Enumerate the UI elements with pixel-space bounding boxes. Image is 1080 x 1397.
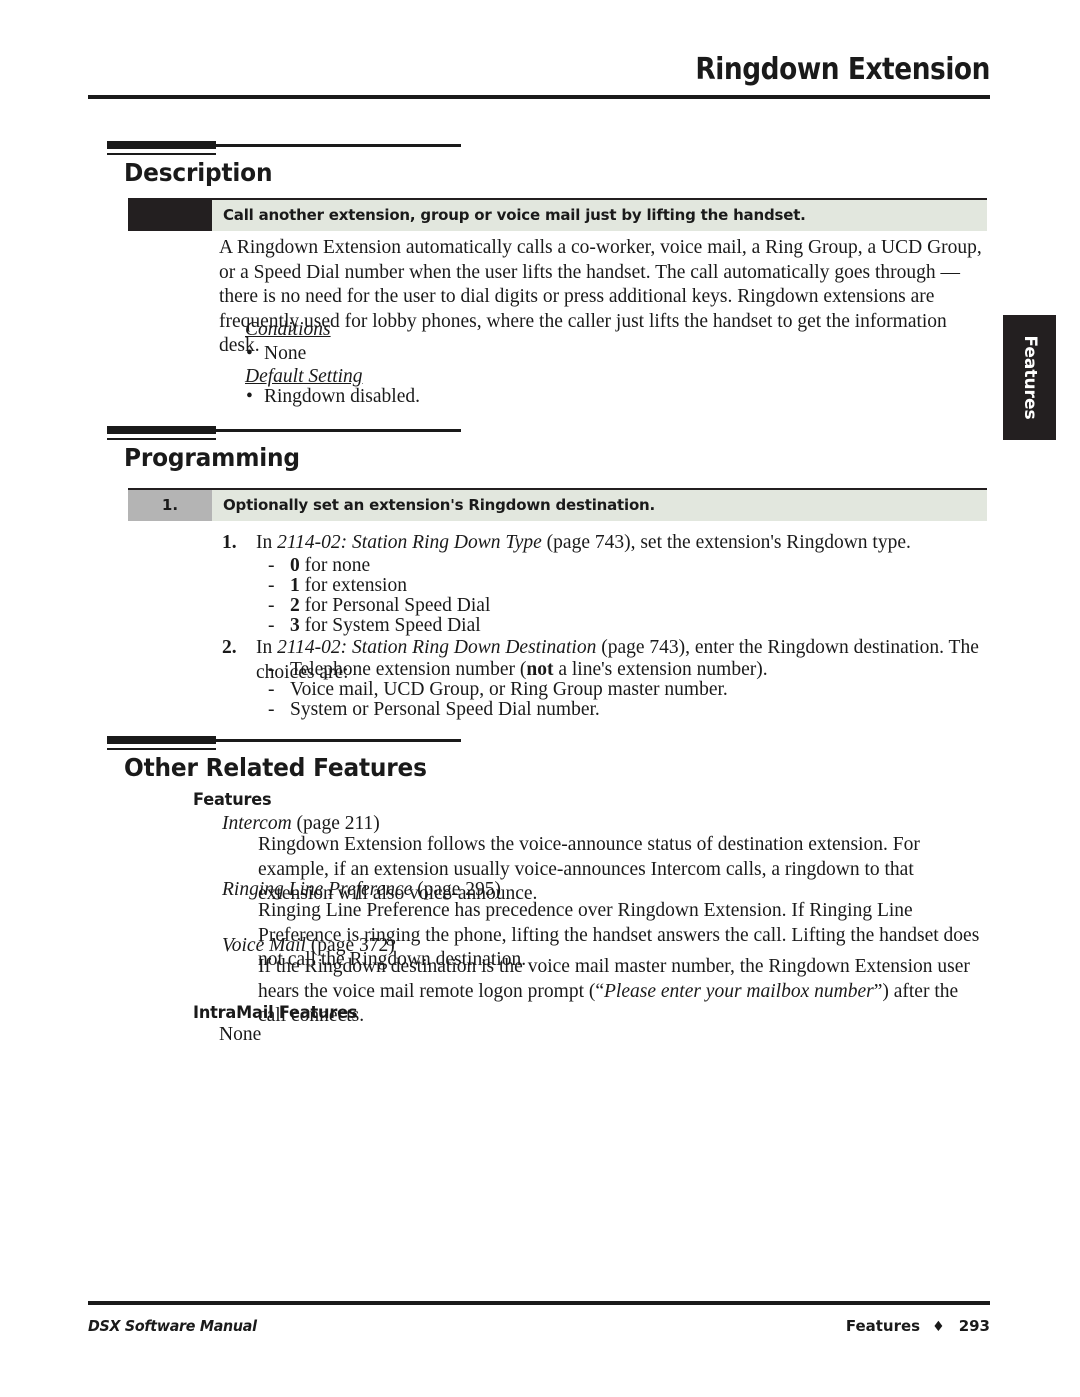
dash-1-text: for none bbox=[299, 555, 371, 576]
diamond-icon: ♦ bbox=[932, 1319, 945, 1335]
feature-rlp-name: Ringing Line Preference bbox=[222, 879, 413, 900]
programming-item-2-ref: 2114-02: Station Ring Down Destination bbox=[277, 637, 597, 658]
programming-callout-text: Optionally set an extension's Ringdown d… bbox=[223, 496, 656, 514]
conditions-bullet: • None bbox=[246, 342, 306, 366]
features-subheading: Features bbox=[193, 790, 272, 810]
other-related-rule-thick bbox=[107, 736, 216, 744]
feature-intercom-name: Intercom bbox=[222, 813, 292, 834]
dash-1-key: 0 bbox=[290, 555, 300, 576]
other-related-rule-underline bbox=[107, 748, 216, 750]
programming-item-1-post: (page 743), set the extension's Ringdown… bbox=[541, 532, 911, 553]
dash-glyph: - bbox=[268, 615, 275, 636]
dash-2-key: 1 bbox=[290, 575, 300, 596]
dash-2-text: Voice mail, UCD Group, or Ring Group mas… bbox=[290, 679, 728, 700]
section-title-description: Description bbox=[124, 158, 273, 187]
feature-voicemail-page: (page 372) bbox=[310, 935, 395, 956]
programming-callout-bar: 1. Optionally set an extension's Ringdow… bbox=[128, 488, 987, 521]
conditions-bullet-text: None bbox=[264, 343, 307, 364]
footer-rule bbox=[88, 1301, 990, 1305]
default-setting-bullet-text: Ringdown disabled. bbox=[264, 386, 420, 407]
footer-page-info: Features ♦ 293 bbox=[846, 1317, 990, 1335]
dash-3-key: 2 bbox=[290, 595, 300, 616]
dash-4-key: 3 bbox=[290, 615, 300, 636]
dash-3-text: for Personal Speed Dial bbox=[299, 595, 491, 616]
intramail-subheading: IntraMail Features bbox=[193, 1003, 358, 1023]
section-title-programming: Programming bbox=[124, 443, 300, 472]
feature-rlp-page: (page 295) bbox=[417, 879, 502, 900]
description-paragraph: A Ringdown Extension automatically calls… bbox=[219, 237, 982, 357]
dash-glyph: - bbox=[268, 699, 275, 720]
section-title-other-related: Other Related Features bbox=[124, 753, 427, 782]
feature-voicemail-body: If the Ringdown destination is the voice… bbox=[258, 955, 991, 1029]
bullet-glyph: • bbox=[246, 343, 253, 364]
programming-item-1-ref: 2114-02: Station Ring Down Type bbox=[277, 532, 542, 553]
header-rule bbox=[88, 95, 990, 99]
conditions-label: Conditions bbox=[245, 319, 331, 340]
dash-1-emphasis: not bbox=[526, 659, 554, 680]
other-related-rule-thin bbox=[216, 739, 461, 742]
callout-swatch bbox=[128, 200, 212, 231]
programming-item-1-number: 1. bbox=[222, 532, 237, 553]
programming-item-2-pre: In bbox=[256, 637, 278, 658]
description-callout-bar: Call another extension, group or voice m… bbox=[128, 198, 987, 231]
bullet-glyph: • bbox=[246, 386, 253, 407]
programming-rule-thick bbox=[107, 426, 216, 434]
programming-step-number: 1. bbox=[128, 490, 212, 521]
footer-section-name: Features bbox=[845, 1317, 921, 1335]
programming-item-1: 1. In 2114-02: Station Ring Down Type (pa… bbox=[222, 531, 991, 556]
description-rule-underline bbox=[107, 153, 216, 155]
description-rule-thin bbox=[216, 144, 461, 147]
side-tab-features: Features bbox=[1003, 315, 1056, 440]
description-rule-thick bbox=[107, 141, 216, 149]
footer-manual-title: DSX Software Manual bbox=[88, 1317, 257, 1335]
programming-item-1-dash-4: -3 for System Speed Dial bbox=[268, 614, 481, 638]
description-callout-text: Call another extension, group or voice m… bbox=[223, 206, 806, 224]
feature-voicemail-prompt: Please enter your mailbox number bbox=[604, 980, 874, 1002]
default-setting-bullet: • Ringdown disabled. bbox=[246, 385, 420, 409]
feature-voicemail-name: Voice Mail bbox=[222, 935, 306, 956]
page-title: Ringdown Extension bbox=[695, 52, 990, 87]
dash-3-text: System or Personal Speed Dial number. bbox=[290, 699, 600, 720]
programming-item-2-dash-3: - System or Personal Speed Dial number. bbox=[268, 698, 600, 722]
document-page: Ringdown Extension Features Description … bbox=[0, 0, 1080, 1397]
dash-1-post: a line's extension number). bbox=[553, 659, 768, 680]
programming-item-1-pre: In bbox=[256, 532, 278, 553]
programming-item-2-number: 2. bbox=[222, 637, 237, 658]
dash-1-pre: Telephone extension number ( bbox=[290, 659, 527, 680]
side-tab-label: Features bbox=[1020, 335, 1040, 420]
programming-rule-underline bbox=[107, 438, 216, 440]
dash-4-text: for System Speed Dial bbox=[299, 615, 481, 636]
intramail-body: None bbox=[219, 1024, 262, 1045]
feature-intercom-page: (page 211) bbox=[296, 813, 380, 834]
programming-rule-thin bbox=[216, 429, 461, 432]
dash-2-text: for extension bbox=[299, 575, 407, 596]
footer-page-number: 293 bbox=[958, 1317, 990, 1335]
